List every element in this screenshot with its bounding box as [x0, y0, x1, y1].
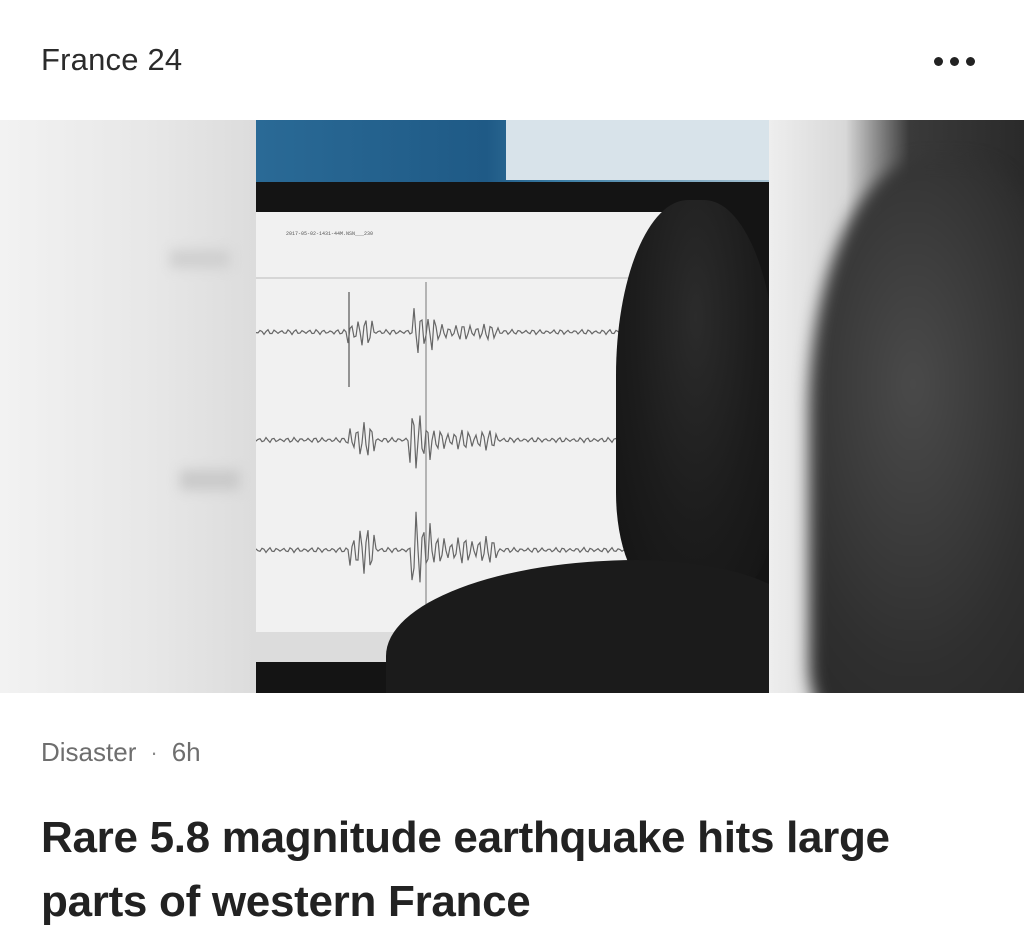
screen-header-text: 2017-05-02-1431-44M.NSN___230	[286, 231, 373, 237]
meta-separator: ·	[150, 739, 158, 765]
person-shoulder	[386, 560, 769, 693]
hero-blur-right	[769, 120, 1024, 693]
timestamp: 6h	[171, 737, 201, 767]
hero-image[interactable]: 2017-05-02-1431-44M.NSN___230	[0, 120, 1024, 693]
news-card[interactable]: France 24 2017-05-02-1431-44M.NSN___230	[0, 0, 1024, 946]
category-label[interactable]: Disaster	[41, 737, 136, 768]
more-options-icon[interactable]	[926, 48, 982, 74]
person-head	[616, 200, 769, 590]
blurred-head	[809, 160, 1024, 693]
card-header: France 24	[0, 0, 1024, 120]
dot	[949, 56, 959, 66]
dot	[933, 56, 943, 66]
article-meta: Disaster · 6h	[41, 737, 201, 768]
seismograph-photo: 2017-05-02-1431-44M.NSN___230	[256, 120, 769, 693]
dot	[965, 56, 975, 66]
article-headline[interactable]: Rare 5.8 magnitude earthquake hits large…	[41, 806, 991, 934]
hero-blur-left	[0, 120, 256, 693]
person-silhouette	[386, 180, 769, 693]
source-name[interactable]: France 24	[41, 42, 182, 78]
